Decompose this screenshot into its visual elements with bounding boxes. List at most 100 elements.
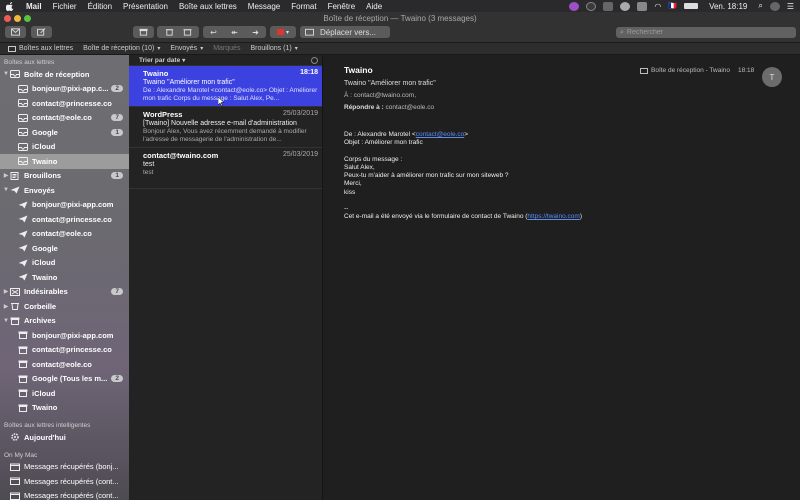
get-mail-button[interactable]	[5, 26, 26, 38]
menu-presentation[interactable]: Présentation	[123, 2, 168, 11]
spotlight-icon[interactable]: ⌕	[758, 1, 762, 11]
menu-aide[interactable]: Aide	[366, 2, 382, 11]
sidebar-item[interactable]: ▼ Archives	[0, 314, 129, 329]
message-row[interactable]: contact@twaino.com 25/03/2019 test test	[129, 148, 322, 189]
gear-icon	[10, 433, 21, 441]
sidebar-item[interactable]: contact@princesse.co	[0, 212, 129, 227]
sidebar-item[interactable]: contact@eole.co 7	[0, 111, 129, 126]
junk-icon[interactable]	[182, 28, 192, 36]
sidebar-item[interactable]: iCloud	[0, 256, 129, 271]
window-title: Boîte de réception — Twaino (3 messages)	[323, 14, 477, 23]
sidebar-item[interactable]: bonjour@pixi-app.c... 2	[0, 82, 129, 97]
sidebar-item[interactable]: Twaino	[0, 401, 129, 416]
status-app-icon[interactable]	[569, 1, 580, 11]
mouse-cursor-icon	[218, 97, 224, 106]
sidebar-item[interactable]: contact@princesse.co	[0, 343, 129, 358]
archive-icon	[18, 331, 29, 340]
flag-button[interactable]: ▾	[270, 26, 296, 38]
sidebar-item[interactable]: iCloud	[0, 386, 129, 401]
message-preview: Bonjour Alex, Vous avez récemment demand…	[143, 128, 307, 143]
menu-fenetre[interactable]: Fenêtre	[328, 2, 356, 11]
sidebar-item[interactable]: ▼ Envoyés	[0, 183, 129, 198]
folder-move-icon	[305, 28, 314, 36]
move-to-button[interactable]: Déplacer vers...	[300, 26, 390, 38]
fav-drafts[interactable]: Brouillons (1) ▾	[250, 45, 297, 52]
menu-edition[interactable]: Édition	[88, 2, 112, 11]
sidebar-item[interactable]: Messages récupérés (bonj...	[0, 460, 129, 475]
sidebar-item[interactable]: contact@princesse.co	[0, 96, 129, 111]
sidebar-item[interactable]: Messages récupérés (cont...	[0, 474, 129, 489]
menu-message[interactable]: Message	[248, 2, 280, 11]
language-flag-icon[interactable]: 🇫🇷	[668, 2, 677, 10]
apple-icon[interactable]	[6, 1, 14, 11]
sidebar-item[interactable]: iCloud	[0, 140, 129, 155]
sidebar-item[interactable]: Google (Tous les m... 2	[0, 372, 129, 387]
website-link[interactable]: https://twaino.com	[527, 213, 579, 220]
sidebar-item[interactable]: contact@eole.co	[0, 357, 129, 372]
wifi-icon[interactable]: ◠	[654, 2, 661, 11]
reply-icon[interactable]: ↩	[210, 28, 217, 37]
menu-mail[interactable]: Mail	[26, 2, 42, 11]
header-folder[interactable]: Boîte de réception - Twaino	[640, 67, 730, 74]
sidebar-item[interactable]: ▶ Brouillons 1	[0, 169, 129, 184]
disclosure-triangle-icon[interactable]: ▼	[2, 187, 10, 193]
battery-icon[interactable]	[684, 3, 699, 9]
sidebar-item[interactable]: Google 1	[0, 125, 129, 140]
disclosure-triangle-icon[interactable]: ▶	[2, 172, 10, 179]
message-row[interactable]: WordPress 25/03/2019 [Twaino] Nouvelle adr…	[129, 107, 322, 148]
menubar-clock[interactable]: Ven. 18:19	[709, 2, 747, 11]
sidebar-item[interactable]: ▼ Boîte de réception	[0, 67, 129, 82]
sent-icon	[18, 273, 29, 281]
envelope-icon	[11, 28, 20, 36]
sidebar-item-label: bonjour@pixi-app.com	[32, 200, 114, 210]
siri-icon[interactable]	[769, 1, 780, 11]
sidebar-item[interactable]: ▶ Corbeille	[0, 299, 129, 314]
menu-format[interactable]: Format	[291, 2, 316, 11]
sidebar-item[interactable]: Twaino	[0, 270, 129, 285]
sidebar-item[interactable]: ▶ Indésirables 7	[0, 285, 129, 300]
message-row[interactable]: Twaino 18:18 Twaino "Améliorer mon trafic"…	[129, 66, 322, 107]
fav-inbox[interactable]: Boîte de réception (10) ▾	[83, 45, 160, 52]
header-reply-value[interactable]: contact@eole.co	[386, 104, 435, 111]
sidebar-item[interactable]: bonjour@pixi-app.com	[0, 328, 129, 343]
status-app-icon[interactable]	[603, 1, 614, 11]
archive-button[interactable]	[133, 26, 154, 38]
sidebar-item-today[interactable]: Aujourd'hui	[0, 430, 129, 445]
header-reply-label: Répondre à :	[344, 104, 384, 111]
archive-icon	[10, 317, 21, 325]
disclosure-triangle-icon[interactable]: ▶	[2, 288, 10, 295]
filter-icon[interactable]	[311, 57, 318, 64]
fav-flagged[interactable]: Marqués	[213, 45, 240, 52]
cloud-icon[interactable]	[620, 1, 631, 11]
notification-center-icon[interactable]: ☰	[787, 2, 794, 11]
sidebar-item[interactable]: bonjour@pixi-app.com	[0, 198, 129, 213]
email-link[interactable]: contact@eole.co	[416, 131, 465, 138]
sort-bar[interactable]: Trier par date ▾	[129, 55, 322, 66]
forward-icon[interactable]: ➜	[252, 28, 259, 37]
airplay-icon[interactable]	[637, 1, 648, 11]
menu-boites[interactable]: Boîte aux lettres	[179, 2, 237, 11]
compose-button[interactable]	[31, 26, 52, 38]
inbox-icon	[18, 113, 29, 122]
flag-icon	[276, 29, 284, 35]
status-app-icon[interactable]	[586, 1, 597, 11]
sidebar-item[interactable]: Twaino	[0, 154, 129, 169]
sidebar-item[interactable]: contact@eole.co	[0, 227, 129, 242]
fav-flagged-label: Marqués	[213, 45, 241, 52]
disclosure-triangle-icon[interactable]: ▼	[2, 318, 10, 324]
disclosure-triangle-icon[interactable]: ▼	[2, 71, 10, 77]
fav-mailboxes[interactable]: Boîtes aux lettres	[8, 45, 73, 52]
chevron-down-icon: ▾	[157, 46, 161, 52]
sidebar-item[interactable]: Messages récupérés (cont...	[0, 489, 129, 500]
trash-icon[interactable]	[165, 28, 174, 36]
menu-fichier[interactable]: Fichier	[53, 2, 77, 11]
header-to-value[interactable]: contact@twaino.com,	[354, 92, 416, 99]
sidebar-item-label: Indésirables	[24, 287, 68, 297]
sidebar-item[interactable]: Google	[0, 241, 129, 256]
search-input[interactable]	[626, 29, 777, 36]
disclosure-triangle-icon[interactable]: ▶	[2, 303, 10, 310]
reply-all-icon[interactable]: ↞	[231, 28, 238, 37]
fav-mailboxes-label: Boîtes aux lettres	[19, 45, 74, 52]
search-field[interactable]: ⌕	[616, 27, 796, 38]
fav-sent[interactable]: Envoyés ▾	[170, 45, 203, 52]
